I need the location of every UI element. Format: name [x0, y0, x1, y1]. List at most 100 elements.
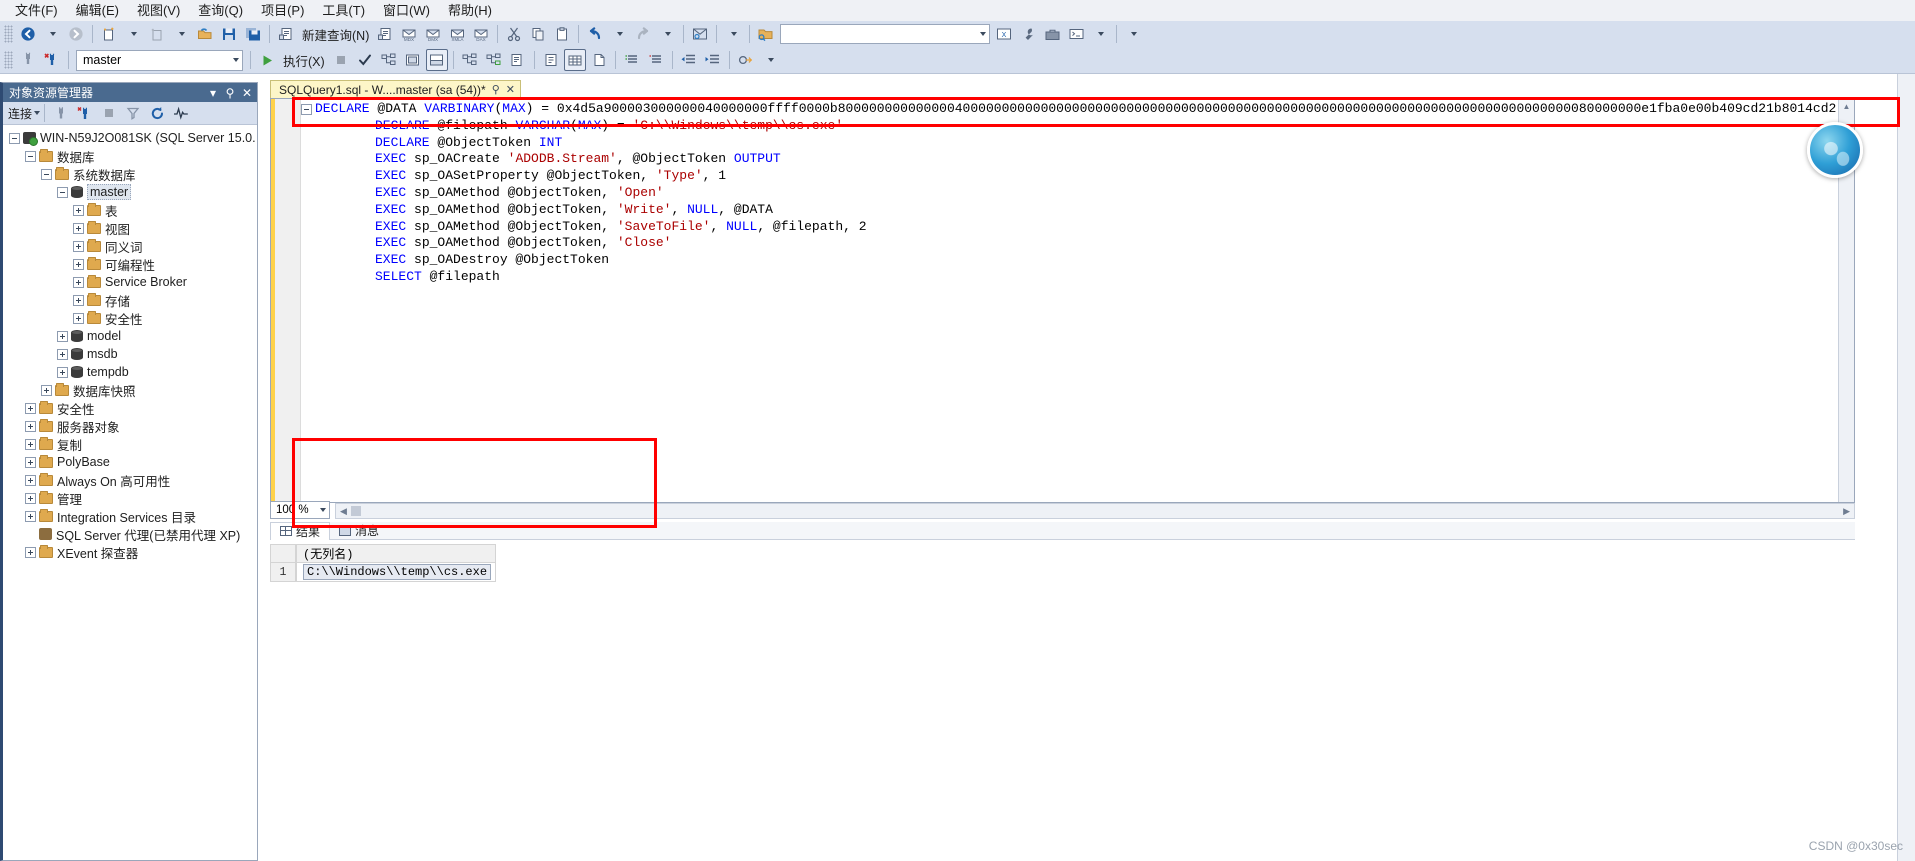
increase-indent-button[interactable]	[702, 49, 724, 71]
tree-node-tempdb[interactable]: tempdb	[3, 363, 257, 381]
tree-node-sql-server-agent[interactable]: SQL Server 代理(已禁用代理 XP)	[3, 525, 257, 543]
new-mdx-query-button[interactable]: MDX	[398, 23, 420, 45]
menu-help[interactable]: 帮助(H)	[439, 0, 501, 22]
tab-messages[interactable]: 消息	[330, 522, 388, 540]
expand-icon[interactable]	[73, 204, 84, 216]
scroll-thumb[interactable]	[350, 506, 361, 516]
expand-icon[interactable]	[73, 276, 84, 288]
results-to-text-alt-button[interactable]	[540, 49, 562, 71]
tree-node-polybase[interactable]: PolyBase	[3, 453, 257, 471]
new-query-label[interactable]: 新建查询(N)	[298, 25, 373, 44]
new-dmx-query-button[interactable]: DMX	[422, 23, 444, 45]
execute-label[interactable]: 执行(X)	[279, 51, 329, 70]
save-all-button[interactable]	[242, 23, 264, 45]
tree-node-xevent-profiler[interactable]: XEvent 探查器	[3, 543, 257, 561]
new-dax-query-button[interactable]: DAX	[470, 23, 492, 45]
tree-node-database-snapshots[interactable]: 数据库快照	[3, 381, 257, 399]
save-button[interactable]	[218, 23, 240, 45]
undo-button[interactable]	[584, 23, 606, 45]
oe-filter-button[interactable]	[122, 102, 144, 124]
tree-node-msdb[interactable]: msdb	[3, 345, 257, 363]
pin-icon[interactable]: ⚲	[223, 86, 237, 100]
quick-search-input[interactable]	[780, 24, 991, 44]
grid-column-header[interactable]: (无列名)	[296, 544, 496, 563]
tree-node-always-on[interactable]: Always On 高可用性	[3, 471, 257, 489]
redo-dropdown[interactable]	[656, 23, 678, 45]
find-in-files-button[interactable]	[755, 23, 777, 45]
new-query-button[interactable]	[275, 23, 297, 45]
expand-icon[interactable]	[25, 492, 36, 504]
redo-button[interactable]	[632, 23, 654, 45]
toolbar-overflow[interactable]	[722, 23, 744, 45]
stop-button[interactable]	[330, 49, 352, 71]
object-explorer-tree[interactable]: WIN-N59J2O081SK (SQL Server 15.0. 数据库 系统数据…	[3, 125, 257, 860]
back-dropdown[interactable]	[41, 23, 63, 45]
tree-node-management[interactable]: 管理	[3, 489, 257, 507]
collapse-icon[interactable]	[301, 103, 312, 115]
options-button[interactable]	[1017, 23, 1039, 45]
tree-node-programmability[interactable]: 可编程性	[3, 255, 257, 273]
console-dropdown[interactable]	[1089, 23, 1111, 45]
new-item-button[interactable]	[146, 23, 168, 45]
new-item-dropdown[interactable]	[170, 23, 192, 45]
scroll-right-icon[interactable]: ▶	[1839, 506, 1854, 517]
collapse-icon[interactable]	[57, 186, 68, 198]
tree-node-system-databases[interactable]: 系统数据库	[3, 165, 257, 183]
back-button[interactable]	[17, 23, 39, 45]
include-live-stats-button[interactable]	[459, 49, 481, 71]
tree-node-server[interactable]: WIN-N59J2O081SK (SQL Server 15.0.	[3, 129, 257, 147]
collapse-icon[interactable]	[25, 150, 36, 162]
connect-dropdown-button[interactable]: 连接	[8, 105, 41, 122]
comment-button[interactable]	[621, 49, 643, 71]
row-number[interactable]: 1	[270, 563, 296, 582]
registered-servers-button[interactable]	[689, 23, 711, 45]
expand-icon[interactable]	[57, 330, 68, 342]
oe-refresh-button[interactable]	[146, 102, 168, 124]
expand-icon[interactable]	[25, 402, 36, 414]
tree-node-replication[interactable]: 复制	[3, 435, 257, 453]
scroll-up-icon[interactable]: ▲	[1839, 99, 1854, 113]
sql-editor[interactable]: DECLARE @DATA VARBINARY(MAX) = 0x4d5a900…	[270, 98, 1855, 503]
available-databases-select[interactable]: master	[76, 49, 243, 71]
new-db-engine-query-button[interactable]	[374, 23, 396, 45]
expand-icon[interactable]	[25, 474, 36, 486]
close-icon[interactable]: ✕	[240, 86, 254, 100]
menu-project[interactable]: 项目(P)	[252, 0, 313, 22]
paste-button[interactable]	[551, 23, 573, 45]
expand-icon[interactable]	[25, 456, 36, 468]
tree-node-model[interactable]: model	[3, 327, 257, 345]
expand-icon[interactable]	[73, 294, 84, 306]
expand-icon[interactable]	[25, 420, 36, 432]
collapse-icon[interactable]	[41, 168, 52, 180]
oe-connect-button[interactable]	[50, 102, 72, 124]
close-icon[interactable]: ✕	[506, 83, 515, 96]
results-to-grid-button[interactable]	[563, 49, 586, 71]
connect-button[interactable]	[17, 49, 39, 71]
decrease-indent-button[interactable]	[678, 49, 700, 71]
tree-node-server-objects[interactable]: 服务器对象	[3, 417, 257, 435]
tree-node-service-broker[interactable]: Service Broker	[3, 273, 257, 291]
editor-tab-sqlquery1[interactable]: SQLQuery1.sql - W....master (sa (54))* ⚲…	[270, 80, 521, 98]
expand-icon[interactable]	[73, 222, 84, 234]
results-to-text-button[interactable]	[507, 49, 529, 71]
expand-icon[interactable]	[73, 312, 84, 324]
collapse-icon[interactable]	[9, 132, 20, 144]
forward-button[interactable]	[65, 23, 87, 45]
tree-node-master[interactable]: master	[3, 183, 257, 201]
menu-edit[interactable]: 编辑(E)	[67, 0, 128, 22]
results-grid[interactable]: (无列名) 1 C:\\Windows\\temp\\cs.exe	[270, 544, 1855, 582]
copy-button[interactable]	[527, 23, 549, 45]
tree-node-storage[interactable]: 存储	[3, 291, 257, 309]
undo-dropdown[interactable]	[608, 23, 630, 45]
tree-node-synonyms[interactable]: 同义词	[3, 237, 257, 255]
uncomment-button[interactable]	[645, 49, 667, 71]
oe-stop-button[interactable]	[98, 102, 120, 124]
include-actual-plan-button[interactable]	[425, 49, 448, 71]
parse-button[interactable]	[354, 49, 376, 71]
expand-icon[interactable]	[25, 438, 36, 450]
toolbar-grip[interactable]	[4, 51, 13, 69]
cut-button[interactable]	[503, 23, 525, 45]
menu-window[interactable]: 窗口(W)	[374, 0, 439, 22]
disconnect-button[interactable]	[41, 49, 63, 71]
editor-zoom-select[interactable]: 100 %	[270, 501, 330, 519]
